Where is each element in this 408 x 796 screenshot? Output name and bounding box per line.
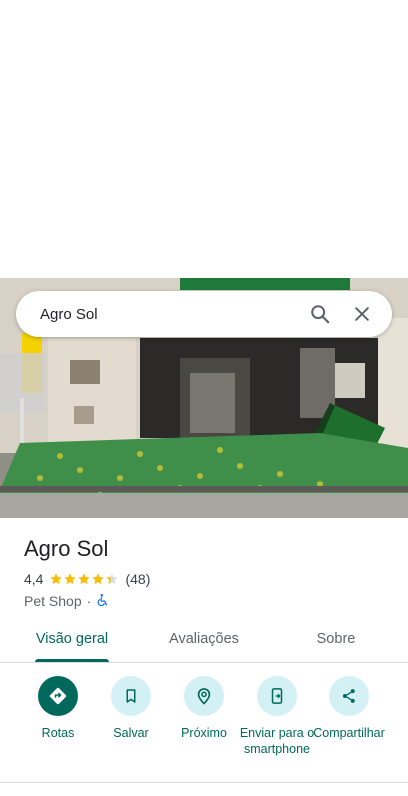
directions-button[interactable]: Rotas [20, 676, 96, 741]
nearby-label: Próximo [181, 726, 227, 740]
send-to-phone-icon [257, 676, 297, 716]
share-label: Compartilhar [313, 726, 385, 740]
separator-dot: · [86, 593, 92, 609]
wheelchair-icon [96, 593, 110, 610]
tab-overview[interactable]: Visão geral [26, 616, 118, 662]
stars-icon [50, 573, 119, 585]
share-button[interactable]: Compartilhar [311, 676, 387, 741]
category-row: Pet Shop · [24, 592, 110, 610]
search-input[interactable]: Agro Sol [40, 306, 296, 323]
star-rating [49, 572, 119, 586]
rating-row[interactable]: 4,4 (48) [24, 570, 150, 588]
close-icon[interactable] [344, 296, 380, 332]
nearby-icon [184, 676, 224, 716]
rating-value: 4,4 [24, 571, 44, 587]
tab-about[interactable]: Sobre [300, 616, 372, 662]
review-count[interactable]: (48) [125, 571, 150, 587]
bookmark-icon [111, 676, 151, 716]
active-tab-indicator [35, 659, 109, 662]
nearby-button[interactable]: Próximo [166, 676, 242, 741]
directions-label: Rotas [41, 726, 75, 740]
tab-reviews[interactable]: Avaliações [158, 616, 250, 662]
save-label: Salvar [113, 726, 149, 740]
save-button[interactable]: Salvar [93, 676, 169, 741]
place-title: Agro Sol [24, 536, 109, 561]
divider [0, 782, 408, 783]
search-bar[interactable]: Agro Sol [16, 291, 392, 337]
share-icon [329, 676, 369, 716]
send-to-phone-label: Enviar para o smartphone [239, 726, 315, 756]
send-to-phone-button[interactable]: Enviar para o smartphone [239, 676, 315, 757]
action-buttons: Rotas Salvar Próximo Enviar para o smart… [0, 676, 408, 782]
place-category: Pet Shop [24, 593, 82, 609]
search-icon[interactable] [302, 296, 338, 332]
tab-bar: Visão geral Avaliações Sobre [0, 616, 408, 663]
directions-icon [38, 676, 78, 716]
